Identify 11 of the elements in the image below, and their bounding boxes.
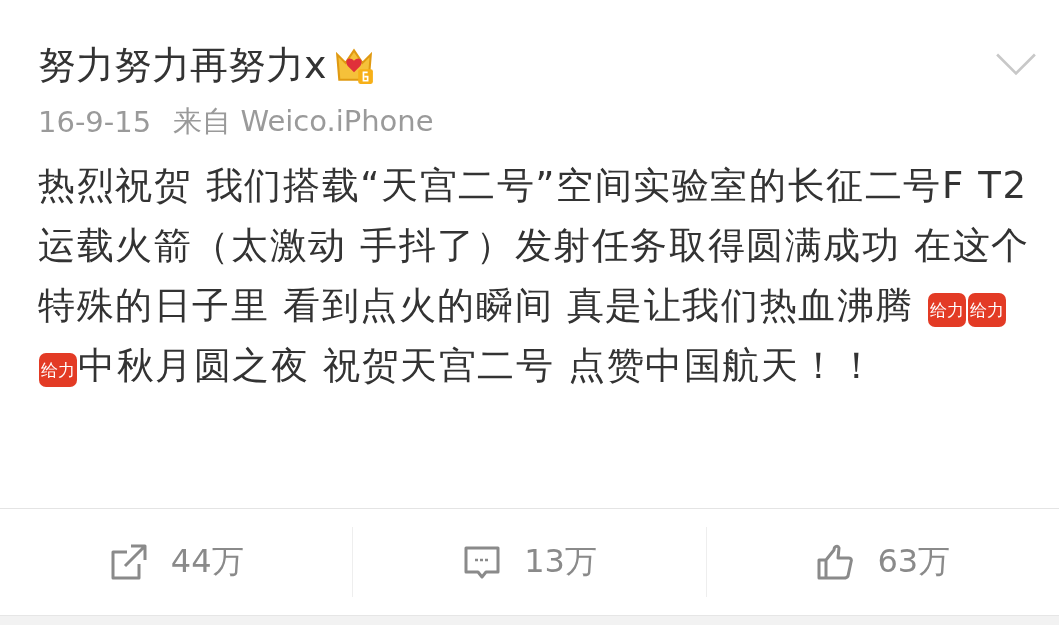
post-date: 16-9-15 (38, 105, 152, 139)
emoji-sticker: 给力 (39, 353, 77, 387)
author-name[interactable]: 努力努力再努力x (38, 39, 327, 91)
action-count[interactable]: 13万 (524, 540, 597, 584)
post-text: 热烈祝贺 我们搭载“天宫二号”空间实验室的长征二号F T2运载火箭（太激动 手抖了）发射任务取得圆满成功 在这个特殊的日子里 看到点火的瞬间 真是让我们热血沸腾 给力 给力 给力 中秋月圆之夜 祝贺天宫二号 点赞中国航天！！ (38, 163, 1031, 389)
action-count[interactable]: 44万 (170, 540, 244, 584)
emoji-sticker: 给力 (928, 293, 967, 327)
action-count[interactable]: 63万 (877, 540, 951, 584)
emoji-sticker: 给力 (968, 293, 1007, 327)
thumbs-up-icon[interactable] (815, 542, 856, 582)
post-source: 来自 Weico.iPhone (173, 103, 434, 140)
